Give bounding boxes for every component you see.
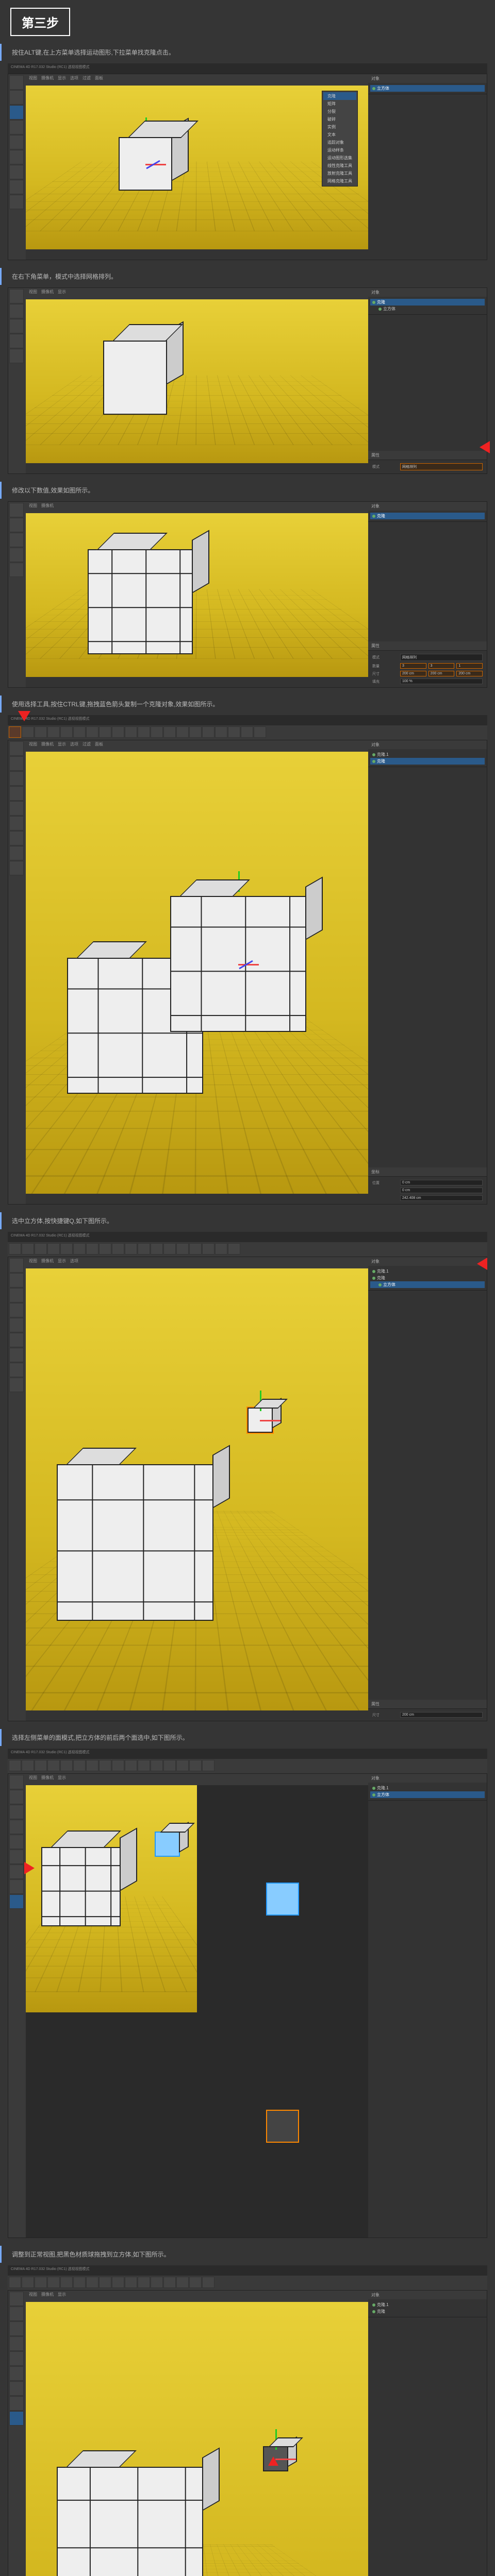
menu-display[interactable]: 显示 bbox=[58, 75, 66, 84]
tool-axis[interactable] bbox=[9, 150, 24, 164]
step-4-label: 使用选择工具,按住CTRL键,拖拽蓝色箭头复制一个克隆对象,效果如图所示。 bbox=[0, 696, 495, 713]
gizmo-x-axis[interactable] bbox=[145, 164, 166, 165]
top-toolbar bbox=[8, 725, 487, 740]
callout-arrow-tree bbox=[471, 1258, 487, 1270]
dropdown-tracer[interactable]: 追踪对象 bbox=[323, 139, 356, 146]
screenshot-3: 视图摄像机 对象 克隆 属性 模式网格排列 数量 3 3 1 尺寸 200 cm… bbox=[8, 501, 487, 688]
front-view-face[interactable] bbox=[266, 2110, 299, 2143]
screenshot-1: CINEMA 4D R17.032 Studio (RC1) 透视视图模式 视图… bbox=[8, 63, 487, 260]
tree-clone[interactable]: 克隆 bbox=[370, 299, 485, 306]
step-5-label: 选中立方体,按快捷键Q,如下图所示。 bbox=[0, 1212, 495, 1229]
dropdown-radial[interactable]: 放射克隆工具 bbox=[323, 170, 356, 177]
drag-arrow-head bbox=[268, 2456, 278, 2466]
tree-clone[interactable]: 克隆 bbox=[370, 758, 485, 765]
tool-model[interactable] bbox=[9, 135, 24, 149]
cube-isolated[interactable] bbox=[248, 1408, 273, 1433]
tool-scale[interactable] bbox=[9, 120, 24, 134]
tool-edge[interactable] bbox=[9, 180, 24, 194]
viewport[interactable]: 视图摄像机 bbox=[26, 502, 368, 687]
dropdown-selection[interactable]: 运动图形选集 bbox=[323, 154, 356, 162]
screenshot-6: CINEMA 4D R17.032 Studio (RC1) 透视视图模式 视图… bbox=[8, 1749, 487, 2238]
clone-grid-3x3[interactable] bbox=[88, 549, 193, 654]
gizmo-y-axis[interactable] bbox=[145, 117, 147, 138]
mode-dropdown[interactable]: 网格排列 bbox=[400, 463, 483, 470]
viewport-menu: 视图 摄像机 显示 选项 过滤 面板 bbox=[26, 74, 368, 86]
tool-face[interactable] bbox=[9, 195, 24, 209]
tool-point[interactable] bbox=[9, 165, 24, 179]
left-toolbar bbox=[8, 288, 26, 473]
step-title: 第三步 bbox=[10, 8, 70, 36]
tree-cube-child[interactable]: 立方体 bbox=[370, 306, 485, 312]
menu-view[interactable]: 视图 bbox=[29, 75, 37, 84]
count-z[interactable]: 1 bbox=[456, 663, 483, 669]
size-x[interactable]: 200 cm bbox=[400, 671, 426, 676]
size-y[interactable]: 200 cm bbox=[428, 671, 455, 676]
menu-options[interactable]: 选项 bbox=[70, 75, 78, 84]
tool-select[interactable] bbox=[9, 289, 24, 303]
cube-face-selected[interactable] bbox=[155, 1832, 180, 1857]
clone-copy[interactable] bbox=[170, 896, 306, 1032]
left-toolbar bbox=[8, 74, 26, 260]
mograph-dropdown[interactable]: 克隆 矩阵 分裂 破碎 实例 文本 追踪对象 运动样条 运动图形选集 线性克隆工… bbox=[322, 91, 358, 187]
objects-header: 对象 bbox=[368, 74, 487, 83]
tool-model[interactable] bbox=[9, 349, 24, 363]
viewport[interactable]: 视图摄像机显示 bbox=[26, 288, 368, 473]
select-tool-hl[interactable] bbox=[9, 726, 21, 738]
dropdown-linear[interactable]: 线性克隆工具 bbox=[323, 162, 356, 170]
object-tree[interactable]: 立方体 bbox=[368, 83, 487, 94]
tool-move[interactable] bbox=[9, 90, 24, 105]
face-mode-tool[interactable] bbox=[9, 1894, 24, 1909]
step-6-label: 选择左侧菜单的面模式,把立方体的前后两个面选中,如下图所示。 bbox=[0, 1729, 495, 1746]
right-panel: 对象 克隆 立方体 属性 模式网格排列 bbox=[368, 288, 487, 473]
screenshot-5: CINEMA 4D R17.032 Studio (RC1) 透视视图模式 视图… bbox=[8, 1232, 487, 1721]
dropdown-instance[interactable]: 实例 bbox=[323, 123, 356, 131]
tool-scale[interactable] bbox=[9, 334, 24, 348]
step-7-label: 调整到正常视图,把黑色材质球拖拽到立方体,如下图所示。 bbox=[0, 2246, 495, 2263]
viewport[interactable]: 视图摄像机显示选项 bbox=[26, 1257, 368, 1721]
dropdown-matrix[interactable]: 矩阵 bbox=[323, 100, 356, 108]
dropdown-clone[interactable]: 克隆 bbox=[323, 92, 356, 100]
gizmo-y[interactable] bbox=[238, 871, 240, 892]
viewport-quad[interactable]: 视图摄像机显示 bbox=[26, 1774, 368, 2238]
tool-select[interactable] bbox=[9, 75, 24, 90]
viewport[interactable]: 视图摄像机显示 bbox=[26, 2291, 368, 2576]
visibility-dot[interactable] bbox=[372, 87, 375, 90]
tool-rotate[interactable] bbox=[9, 105, 24, 120]
step-1-label: 按住ALT键,在上方菜单选择运动图形,下拉菜单找克隆点击。 bbox=[0, 44, 495, 61]
callout-arrow bbox=[473, 441, 490, 453]
screenshot-2: 视图摄像机显示 对象 克隆 立方体 属性 模式网格排列 bbox=[8, 287, 487, 474]
count-y[interactable]: 3 bbox=[428, 663, 455, 669]
tree-cube[interactable]: 立方体 bbox=[370, 85, 485, 92]
callout-arrow-tool bbox=[18, 711, 30, 727]
clone-grid[interactable] bbox=[57, 1464, 213, 1621]
tool-move[interactable] bbox=[9, 304, 24, 318]
viewport[interactable]: 视图 摄像机 显示 选项 过滤 面板 克隆 矩阵 分裂 破碎 实例 文本 追踪对… bbox=[26, 74, 368, 260]
screenshot-7: CINEMA 4D R17.032 Studio (RC1) 透视视图模式 视图… bbox=[8, 2265, 487, 2576]
step-2-label: 在右下角菜单，模式中选择网格排列。 bbox=[0, 268, 495, 285]
cube-object[interactable] bbox=[119, 137, 172, 191]
tool-rotate[interactable] bbox=[9, 319, 24, 333]
screenshot-4: CINEMA 4D R17.032 Studio (RC1) 透视视图模式 视图… bbox=[8, 715, 487, 1205]
top-view-face[interactable] bbox=[266, 1883, 299, 1916]
menu-panel[interactable]: 面板 bbox=[95, 75, 103, 84]
app-title-bar: CINEMA 4D R17.032 Studio (RC1) 透视视图模式 bbox=[8, 63, 487, 74]
size-z[interactable]: 200 cm bbox=[456, 671, 483, 676]
dropdown-grid[interactable]: 网格克隆工具 bbox=[323, 177, 356, 185]
menu-filter[interactable]: 过滤 bbox=[82, 75, 91, 84]
count-x[interactable]: 3 bbox=[400, 663, 426, 669]
tree-cube-sel[interactable]: 立方体 bbox=[370, 1281, 485, 1288]
viewport[interactable]: 视图摄像机显示选项过滤面板 bbox=[26, 740, 368, 1204]
cube-stretched[interactable] bbox=[103, 341, 167, 415]
tree-clone1[interactable]: 克隆.1 bbox=[370, 751, 485, 758]
dropdown-mospline[interactable]: 运动样条 bbox=[323, 146, 356, 154]
gizmo-x[interactable] bbox=[238, 964, 259, 965]
right-panel: 对象 立方体 bbox=[368, 74, 487, 260]
clone-grid[interactable] bbox=[57, 2467, 203, 2576]
dropdown-break[interactable]: 破碎 bbox=[323, 115, 356, 123]
menu-camera[interactable]: 摄像机 bbox=[41, 75, 54, 84]
callout-arrow-face bbox=[24, 1862, 41, 1874]
dropdown-fracture[interactable]: 分裂 bbox=[323, 108, 356, 115]
dropdown-text[interactable]: 文本 bbox=[323, 131, 356, 139]
step-3-label: 修改以下数值,效果如图所示。 bbox=[0, 482, 495, 499]
